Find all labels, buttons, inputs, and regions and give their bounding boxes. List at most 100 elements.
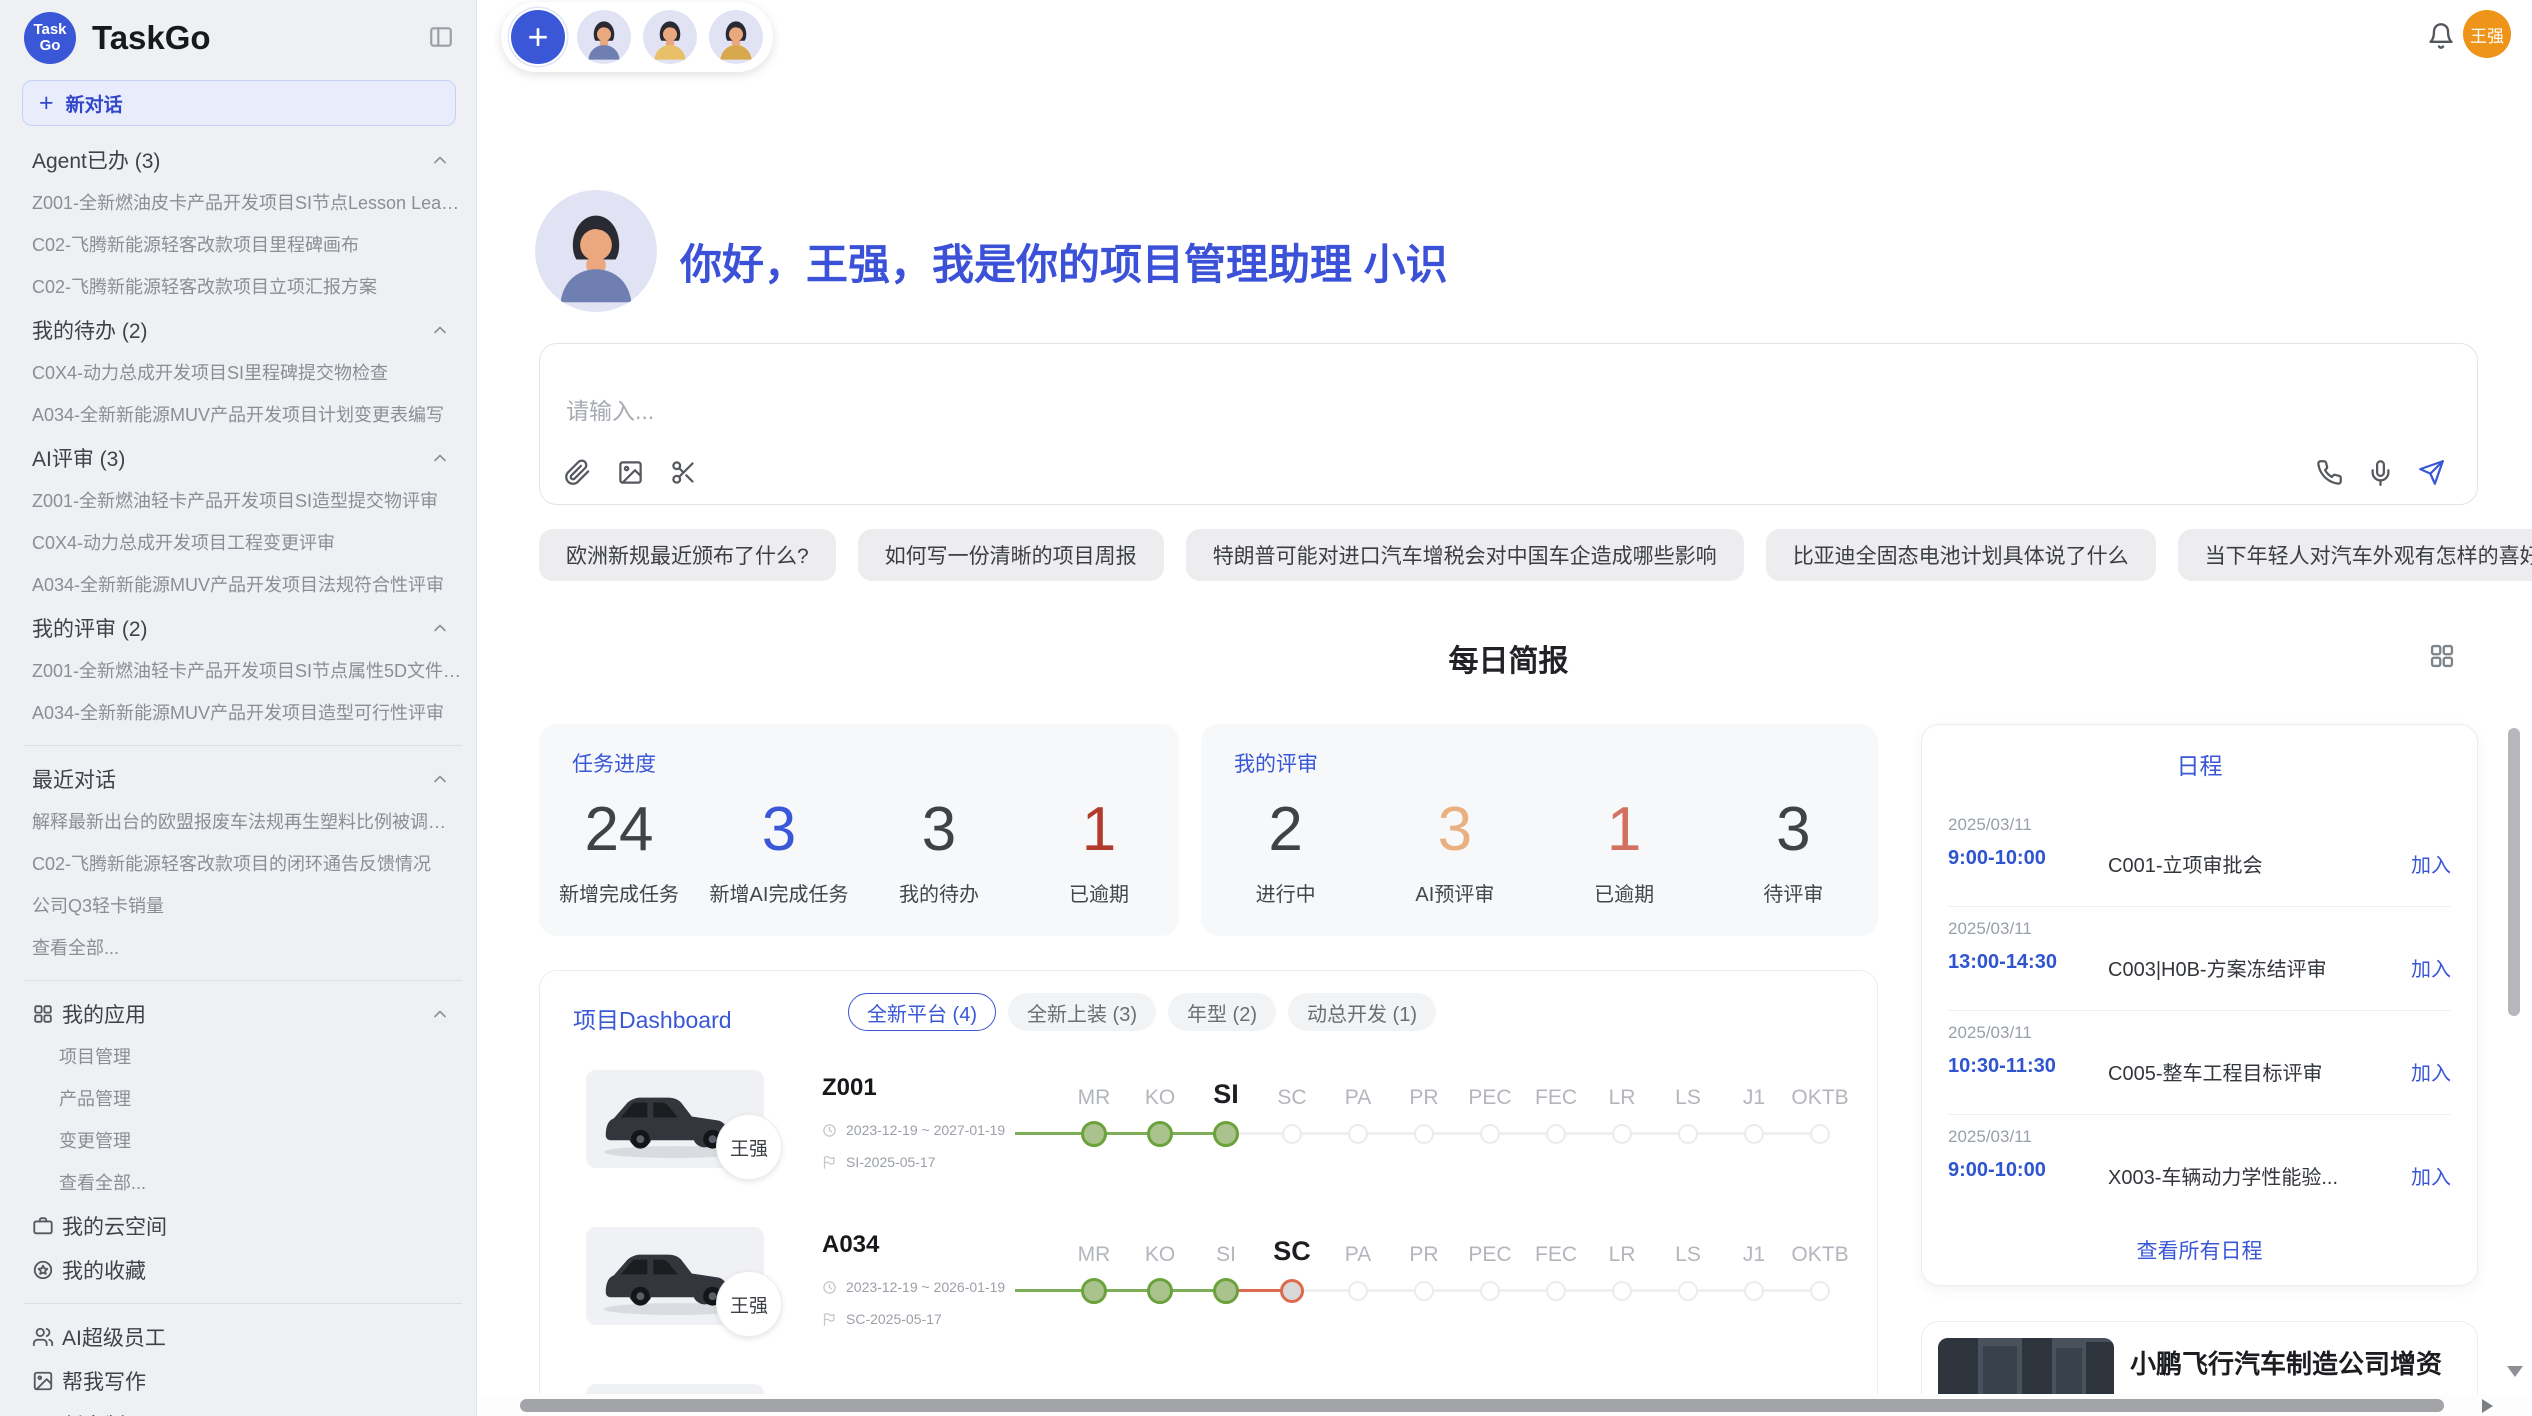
sidebar-tool-item[interactable]: AI超级员工 [32, 1315, 462, 1359]
app-item[interactable]: 变更管理 [32, 1120, 462, 1162]
conversation-item[interactable]: C02-飞腾新能源轻客改款项目立项汇报方案 [32, 266, 462, 308]
image-icon [617, 459, 644, 486]
scroll-right-arrow-icon[interactable] [2482, 1399, 2493, 1413]
composer-input[interactable]: 请输入... [566, 392, 654, 426]
person-avatar[interactable] [709, 10, 763, 64]
milestone-label: MR [1061, 1070, 1127, 1110]
divider [24, 1303, 462, 1304]
section-header[interactable]: 我的应用 [32, 992, 462, 1036]
phone-icon[interactable] [2316, 459, 2343, 486]
greeting-text: 你好，王强，我是你的项目管理助理 小识 [680, 231, 1448, 292]
milestone-label: SC [1259, 1070, 1325, 1110]
vertical-scrollbar-thumb[interactable] [2508, 728, 2520, 1016]
main-area: + 王强 你好，王强，我是你的项目管理助理 小识 请输入... 欧洲新规最近颁布… [477, 0, 2532, 1416]
person-avatar[interactable] [577, 10, 631, 64]
user-avatar[interactable]: 王强 [2463, 10, 2511, 58]
recent-conversation-item[interactable]: C02-飞腾新能源轻客改款项目的闭环通告反馈情况 [32, 843, 462, 885]
milestone-dot [1147, 1121, 1173, 1147]
milestone-label: FEC [1523, 1070, 1589, 1110]
project-code[interactable]: A034 [822, 1231, 879, 1259]
milestone-dot [1744, 1281, 1764, 1301]
sidebar-tool-item[interactable]: 帮我写作 [32, 1359, 462, 1403]
section-header[interactable]: 我的待办 (2) [32, 308, 462, 352]
milestone-dot [1348, 1281, 1368, 1301]
milestone-step: OKTB [1787, 1070, 1853, 1152]
suggestion-chip[interactable]: 欧洲新规最近颁布了什么? [539, 529, 836, 581]
microphone-icon[interactable] [2367, 459, 2394, 486]
new-chat-button[interactable]: + 新对话 [22, 80, 456, 126]
stat-row: 24新增完成任务3新增AI完成任务3我的待办1已逾期 [539, 786, 1179, 907]
milestone-dot [1810, 1124, 1830, 1144]
recent-view-all-link[interactable]: 查看全部... [32, 927, 462, 969]
schedule-view-all-link[interactable]: 查看所有日程 [1922, 1235, 2477, 1265]
suggestion-chip[interactable]: 当下年轻人对汽车外观有怎样的喜好趋势 [2178, 529, 2532, 581]
dashboard-tab[interactable]: 动总开发 (1) [1288, 993, 1436, 1031]
section-title-label: 最近对话 [32, 764, 116, 794]
milestone-track: MRKOSISCPAPRPECFECLRLSJ1OKTB [1061, 1227, 1849, 1337]
dashboard-tab[interactable]: 全新平台 (4) [848, 993, 996, 1031]
milestone-label: SC [1259, 1227, 1325, 1267]
schedule-time: 9:00-10:00 [1948, 1159, 2046, 1182]
scroll-down-arrow-icon[interactable] [2507, 1366, 2523, 1377]
conversation-item[interactable]: A034-全新新能源MUV产品开发项目法规符合性评审 [32, 564, 462, 606]
suggestion-chip[interactable]: 比亚迪全固态电池计划具体说了什么 [1766, 529, 2156, 581]
schedule-item: 2025/03/1113:00-14:30C003|H0B-方案冻结评审加入 [1948, 907, 2451, 1011]
milestone-step: J1 [1721, 1070, 1787, 1152]
dashboard-title: 项目Dashboard [573, 1001, 732, 1035]
sidebar-item-star-badge[interactable]: 我的收藏 [32, 1248, 462, 1292]
bell-icon[interactable] [2427, 22, 2455, 50]
schedule-join-link[interactable]: 加入 [2411, 1057, 2451, 1086]
schedule-join-link[interactable]: 加入 [2411, 849, 2451, 878]
conversation-item[interactable]: C02-飞腾新能源轻客改款项目里程碑画布 [32, 224, 462, 266]
conversation-item[interactable]: Z001-全新燃油轻卡产品开发项目SI造型提交物评审 [32, 480, 462, 522]
schedule-card: 日程 2025/03/119:00-10:00C001-立项审批会加入2025/… [1921, 724, 2478, 1286]
section-title-label: 我的应用 [62, 999, 146, 1029]
suggestion-chip[interactable]: 如何写一份清晰的项目周报 [858, 529, 1164, 581]
milestone-step: PR [1391, 1070, 1457, 1152]
stat-value: 3 [1370, 786, 1539, 874]
recent-conversation-item[interactable]: 公司Q3轻卡销量 [32, 885, 462, 927]
attachment-icon [564, 459, 591, 486]
conversation-item[interactable]: Z001-全新燃油轻卡产品开发项目SI节点属性5D文件评审 [32, 650, 462, 692]
person-avatar[interactable] [643, 10, 697, 64]
section-header[interactable]: 我的评审 (2) [32, 606, 462, 650]
conversation-item[interactable]: A034-全新新能源MUV产品开发项目造型可行性评审 [32, 692, 462, 734]
dashboard-tab[interactable]: 年型 (2) [1168, 993, 1276, 1031]
suggestion-chip[interactable]: 特朗普可能对进口汽车增税会对中国车企造成哪些影响 [1186, 529, 1744, 581]
recent-conversation-item[interactable]: 解释最新出台的欧盟报废车法规再生塑料比例被调至15%... [32, 801, 462, 843]
conversation-item[interactable]: Z001-全新燃油皮卡产品开发项目SI节点Lesson Learn报告 [32, 182, 462, 224]
app-window: Task Go TaskGo + 新对话 Agent已办 (3)Z001-全新燃… [0, 0, 2532, 1416]
section-header[interactable]: AI评审 (3) [32, 436, 462, 480]
sidebar-collapse-icon[interactable] [428, 24, 454, 50]
sidebar-item-cloud-space[interactable]: 我的云空间 [32, 1204, 462, 1248]
send-icon[interactable] [2418, 459, 2445, 486]
conversation-item[interactable]: C0X4-动力总成开发项目SI里程碑提交物检查 [32, 352, 462, 394]
section-header[interactable]: 最近对话 [32, 757, 462, 801]
milestone-label: PEC [1457, 1227, 1523, 1267]
stat-label: 已逾期 [1019, 878, 1179, 907]
apps-view-all-link[interactable]: 查看全部... [32, 1162, 462, 1204]
section-header[interactable]: Agent已办 (3) [32, 138, 462, 182]
app-item[interactable]: 项目管理 [32, 1036, 462, 1078]
schedule-event-title: C005-整车工程目标评审 [2108, 1057, 2322, 1086]
project-code[interactable]: Z001 [822, 1074, 877, 1102]
milestone-step: LS [1655, 1070, 1721, 1152]
conversation-item[interactable]: C0X4-动力总成开发项目工程变更评审 [32, 522, 462, 564]
schedule-join-link[interactable]: 加入 [2411, 1161, 2451, 1190]
horizontal-scrollbar-thumb[interactable] [520, 1399, 2444, 1412]
sidebar-header: Task Go TaskGo [0, 0, 476, 64]
new-session-button[interactable]: + [511, 10, 565, 64]
grid-view-icon[interactable] [2428, 642, 2456, 670]
schedule-join-link[interactable]: 加入 [2411, 953, 2451, 982]
milestone-step: J1 [1721, 1227, 1787, 1309]
dashboard-tab[interactable]: 全新上装 (3) [1008, 993, 1156, 1031]
milestone-dot [1081, 1278, 1107, 1304]
milestone-step: PA [1325, 1227, 1391, 1309]
section-title-label: AI评审 (3) [32, 443, 125, 473]
message-composer[interactable]: 请输入... [539, 343, 2478, 505]
sidebar-tool-item[interactable]: 创意制图 [32, 1403, 462, 1416]
conversation-item[interactable]: A034-全新新能源MUV产品开发项目计划变更表编写 [32, 394, 462, 436]
app-item[interactable]: 产品管理 [32, 1078, 462, 1120]
stat-value: 3 [699, 786, 859, 874]
schedule-date: 2025/03/11 [1948, 1127, 2032, 1147]
